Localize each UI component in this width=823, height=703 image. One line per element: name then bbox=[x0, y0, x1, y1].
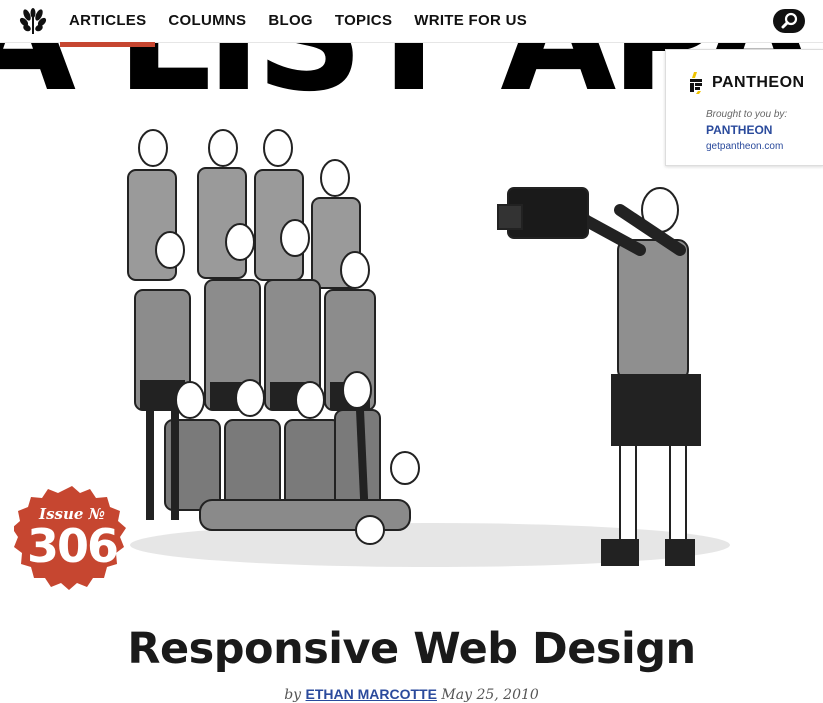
sponsor-box[interactable]: PANTHEON Brought to you by: PANTHEON get… bbox=[665, 49, 823, 166]
issue-number: 306 bbox=[26, 519, 119, 573]
author-link[interactable]: ETHAN MARCOTTE bbox=[306, 686, 437, 702]
search-icon bbox=[781, 12, 798, 29]
top-nav: ARTICLES COLUMNS BLOG TOPICS WRITE FOR U… bbox=[0, 0, 823, 47]
sponsor-url-link[interactable]: getpantheon.com bbox=[706, 141, 783, 152]
byline-prefix: by bbox=[284, 687, 302, 703]
nav-item-topics[interactable]: TOPICS bbox=[324, 0, 403, 42]
nav-item-write-for-us[interactable]: WRITE FOR US bbox=[403, 0, 538, 42]
search-button[interactable] bbox=[773, 9, 805, 33]
nav-item-columns[interactable]: COLUMNS bbox=[157, 0, 257, 42]
sponsor-brought-by: Brought to you by: bbox=[706, 109, 788, 120]
article-title: Responsive Web Design bbox=[127, 624, 696, 674]
issue-badge[interactable]: Issue № 306 bbox=[14, 484, 130, 600]
nav-items: ARTICLES COLUMNS BLOG TOPICS WRITE FOR U… bbox=[58, 0, 538, 47]
nav-item-articles[interactable]: ARTICLES bbox=[58, 0, 157, 47]
publish-date: May 25, 2010 bbox=[441, 687, 539, 703]
pantheon-logo-icon bbox=[690, 72, 702, 94]
nav-item-blog[interactable]: BLOG bbox=[257, 0, 324, 42]
sponsor-brand-name: PANTHEON bbox=[712, 74, 805, 91]
sponsor-name-link[interactable]: PANTHEON bbox=[706, 123, 772, 137]
laurel-icon[interactable] bbox=[18, 7, 48, 35]
sponsor-brand: PANTHEON bbox=[688, 72, 805, 94]
